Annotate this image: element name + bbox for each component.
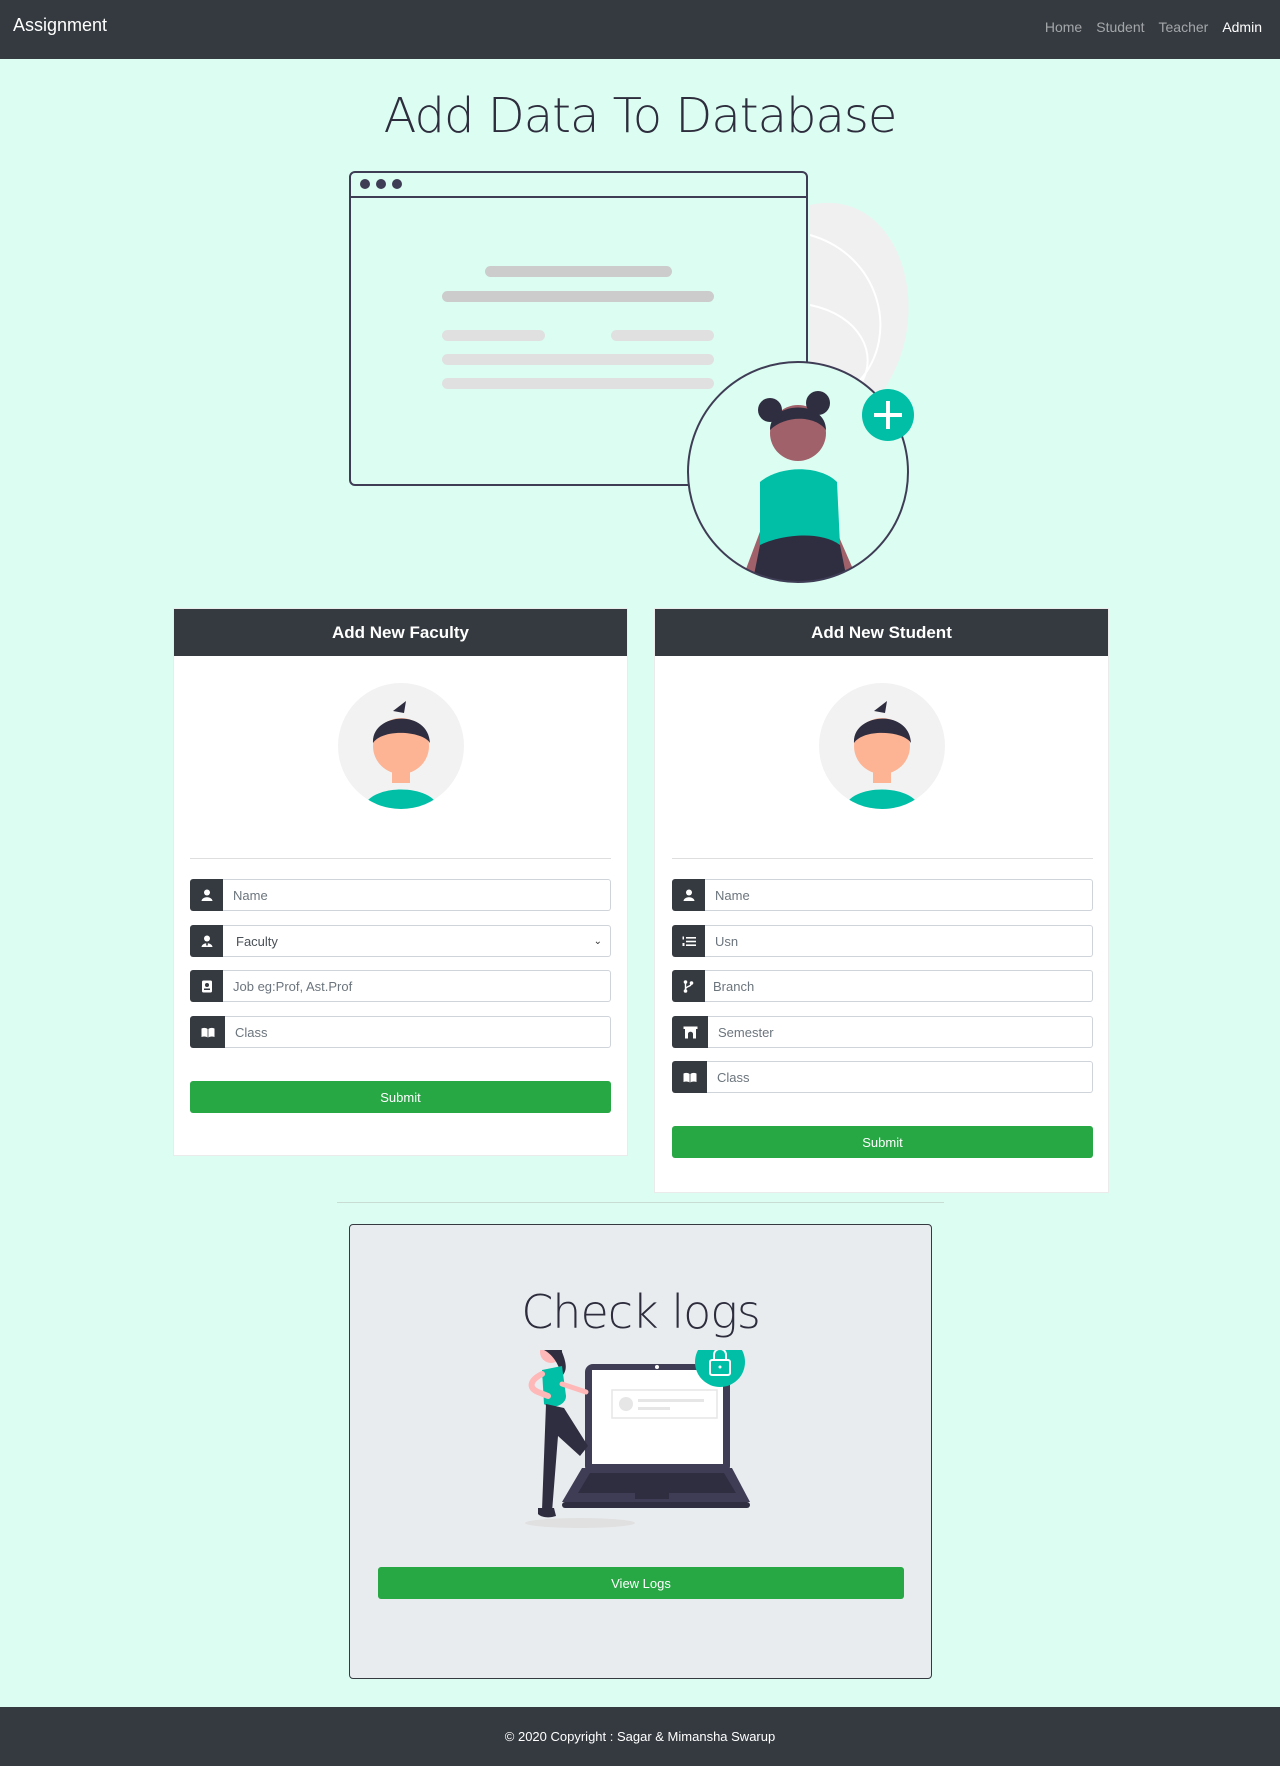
nav-links: Home Student Teacher Admin bbox=[1045, 19, 1262, 35]
logs-card: Check logs View Logs bbox=[349, 1224, 932, 1679]
student-class-input[interactable]: Class bbox=[707, 1061, 1093, 1093]
faculty-divider bbox=[190, 858, 611, 859]
code-branch-icon bbox=[672, 970, 705, 1002]
student-avatar bbox=[819, 683, 945, 809]
logs-title: Check logs bbox=[521, 1285, 761, 1339]
student-branch-field: Branch bbox=[672, 970, 1093, 1002]
add-data-illustration bbox=[349, 171, 914, 583]
user-icon bbox=[672, 879, 705, 911]
student-submit-button[interactable]: Submit bbox=[672, 1126, 1093, 1158]
user-tie-icon bbox=[190, 925, 223, 957]
secure-login-illustration bbox=[525, 1350, 750, 1528]
navbar: Assignment Home Student Teacher Admin bbox=[0, 0, 1280, 59]
faculty-avatar bbox=[338, 683, 464, 809]
faculty-job-field: Job eg:Prof, Ast.Prof bbox=[190, 970, 611, 1002]
nav-home-link[interactable]: Home bbox=[1045, 19, 1082, 35]
faculty-submit-button[interactable]: Submit bbox=[190, 1081, 611, 1113]
page-title: Add Data To Database bbox=[383, 88, 898, 144]
student-semester-input[interactable]: Semester bbox=[708, 1016, 1093, 1048]
copyright-text: © 2020 Copyright : Sagar & Mimansha Swar… bbox=[504, 1729, 776, 1744]
student-semester-field: Semester bbox=[672, 1016, 1093, 1048]
student-class-field: Class bbox=[672, 1061, 1093, 1093]
brand-logo[interactable]: Assignment bbox=[13, 15, 107, 36]
faculty-type-field: Faculty ⌄ bbox=[190, 925, 611, 957]
footer: © 2020 Copyright : Sagar & Mimansha Swar… bbox=[0, 1707, 1280, 1766]
chevron-down-icon: ⌄ bbox=[593, 935, 602, 947]
faculty-card-header: Add New Faculty bbox=[174, 609, 627, 656]
faculty-class-field: Class bbox=[190, 1016, 611, 1048]
user-icon bbox=[190, 879, 223, 911]
book-open-icon bbox=[190, 1016, 225, 1048]
section-divider bbox=[337, 1202, 944, 1203]
list-ol-icon bbox=[672, 925, 705, 957]
student-card: Add New Student Name Usn Branch Semester… bbox=[654, 608, 1109, 1193]
faculty-job-input[interactable]: Job eg:Prof, Ast.Prof bbox=[223, 970, 611, 1002]
faculty-name-field: Name bbox=[190, 879, 611, 911]
nav-admin-link[interactable]: Admin bbox=[1222, 19, 1262, 35]
student-name-field: Name bbox=[672, 879, 1093, 911]
faculty-type-select[interactable]: Faculty ⌄ bbox=[223, 925, 611, 957]
view-logs-button[interactable]: View Logs bbox=[378, 1567, 904, 1599]
book-open-icon bbox=[672, 1061, 707, 1093]
faculty-class-input[interactable]: Class bbox=[225, 1016, 611, 1048]
faculty-name-input[interactable]: Name bbox=[223, 879, 611, 911]
student-divider bbox=[672, 858, 1093, 859]
student-usn-input[interactable]: Usn bbox=[705, 925, 1093, 957]
student-card-header: Add New Student bbox=[655, 609, 1108, 656]
nav-teacher-link[interactable]: Teacher bbox=[1159, 19, 1209, 35]
nav-student-link[interactable]: Student bbox=[1096, 19, 1144, 35]
id-badge-icon bbox=[190, 970, 223, 1002]
student-usn-field: Usn bbox=[672, 925, 1093, 957]
student-branch-input[interactable]: Branch bbox=[705, 970, 1093, 1002]
archway-icon bbox=[672, 1016, 708, 1048]
student-name-input[interactable]: Name bbox=[705, 879, 1093, 911]
faculty-type-value: Faculty bbox=[236, 933, 278, 949]
faculty-card: Add New Faculty Name Faculty ⌄ Job eg:Pr… bbox=[173, 608, 628, 1156]
